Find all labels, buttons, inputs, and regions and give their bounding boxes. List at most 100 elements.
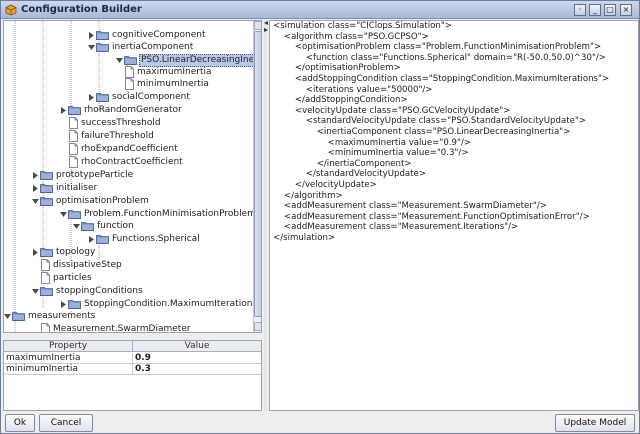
menu-button[interactable]: ◦	[574, 4, 586, 16]
xml-line[interactable]: <addMeasurement class="Measurement.Swarm…	[273, 201, 547, 212]
xml-line[interactable]: <addMeasurement class="Measurement.Itera…	[273, 222, 518, 233]
tree-node-label: failureThreshold	[81, 131, 154, 141]
expanded-toggle-icon[interactable]	[4, 313, 11, 320]
property-column-header[interactable]: Property	[4, 341, 133, 352]
minimize-button[interactable]: _	[589, 4, 601, 16]
tree-node-label: measurements	[28, 311, 96, 321]
tree-node[interactable]: topology	[4, 246, 252, 259]
scroll-down-button[interactable]	[254, 322, 261, 331]
tree-node[interactable]: rhoExpandCoefficient	[4, 143, 252, 156]
window-title: Configuration Builder	[21, 4, 142, 15]
xml-line[interactable]: </addStoppingCondition>	[273, 95, 408, 106]
splitter-left-arrow-icon[interactable]	[264, 21, 268, 25]
tree-node[interactable]: initialiser	[4, 182, 252, 195]
xml-line[interactable]: <function class="Functions.Spherical" do…	[273, 53, 606, 64]
xml-line[interactable]: </velocityUpdate>	[273, 180, 377, 191]
collapsed-toggle-icon[interactable]	[32, 185, 39, 192]
folder-icon	[68, 299, 81, 310]
folder-icon	[124, 55, 137, 66]
tree-vertical-scrollbar[interactable]	[253, 21, 261, 332]
xml-line[interactable]: <addStoppingCondition class="StoppingCon…	[273, 74, 609, 85]
collapsed-toggle-icon[interactable]	[60, 107, 67, 114]
collapsed-toggle-icon[interactable]	[32, 172, 39, 179]
tree-node[interactable]: rhoRandomGenerator	[4, 104, 252, 117]
tree-node[interactable]: failureThreshold	[4, 130, 252, 143]
property-row[interactable]: maximumInertia 0.9	[4, 353, 261, 364]
property-row[interactable]: minimumInertia 0.3	[4, 364, 261, 375]
scroll-up-button[interactable]	[254, 21, 261, 30]
tree-node-label: stoppingConditions	[56, 286, 143, 296]
xml-preview-pane[interactable]: <simulation class="CIClops.Simulation"> …	[269, 20, 639, 411]
xml-line[interactable]: <minimumInertia value="0.3"/>	[273, 148, 469, 159]
xml-line[interactable]: </standardVelocityUpdate>	[273, 169, 426, 180]
maximize-button[interactable]: □	[604, 4, 616, 16]
tree-node[interactable]: function	[4, 220, 252, 233]
close-button[interactable]: ×	[620, 4, 632, 16]
xml-line[interactable]: <algorithm class="PSO.GCPSO">	[273, 32, 429, 43]
configuration-tree[interactable]: cognitiveComponent inertiaComponent PSO.Li…	[4, 21, 261, 332]
property-value[interactable]: 0.9	[135, 353, 261, 363]
xml-line[interactable]: <velocityUpdate class="PSO.GCVelocityUpd…	[273, 106, 511, 117]
ok-button[interactable]: Ok	[5, 414, 35, 432]
tree-node-label: Functions.Spherical	[112, 234, 200, 244]
xml-line[interactable]: <optimisationProblem class="Problem.Func…	[273, 42, 601, 53]
folder-icon	[40, 286, 53, 297]
tree-node[interactable]: inertiaComponent	[4, 41, 252, 54]
vertical-splitter[interactable]	[264, 20, 267, 411]
splitter-right-arrow-icon[interactable]	[264, 28, 268, 32]
configuration-builder-window: Configuration Builder ◦ _ □ × cognitiveC…	[0, 0, 640, 434]
xml-line[interactable]: <standardVelocityUpdate class="PSO.Stand…	[273, 116, 586, 127]
scroll-thumb[interactable]	[254, 31, 261, 317]
xml-line[interactable]: </optimisationProblem>	[273, 63, 401, 74]
property-table-header: Property Value	[4, 341, 261, 352]
button-bar: Ok Cancel Update Model	[1, 412, 639, 433]
title-bar[interactable]: Configuration Builder ◦ _ □ ×	[1, 1, 639, 19]
tree-node[interactable]: socialComponent	[4, 91, 252, 104]
collapsed-toggle-icon[interactable]	[32, 249, 39, 256]
update-model-button[interactable]: Update Model	[555, 414, 635, 432]
xml-line[interactable]: <inertiaComponent class="PSO.LinearDecre…	[273, 127, 571, 138]
tree-node[interactable]: measurements	[4, 310, 252, 323]
expanded-toggle-icon[interactable]	[32, 198, 39, 205]
tree-node[interactable]: prototypeParticle	[4, 169, 252, 182]
xml-line[interactable]: </algorithm>	[273, 191, 343, 202]
tree-node-label: rhoContractCoefficient	[81, 157, 183, 167]
value-column-header[interactable]: Value	[133, 341, 261, 352]
tree-node[interactable]: dissipativeStep	[4, 259, 252, 272]
collapsed-toggle-icon[interactable]	[60, 301, 67, 308]
cancel-button[interactable]: Cancel	[39, 414, 93, 432]
tree-node[interactable]: optimisationProblem	[4, 195, 252, 208]
tree-node-label: optimisationProblem	[56, 196, 149, 206]
property-table[interactable]: Property Value maximumInertia 0.9 minimu…	[3, 340, 262, 411]
expanded-toggle-icon[interactable]	[116, 57, 123, 64]
tree-node[interactable]: minimumInertia	[4, 78, 252, 91]
xml-line[interactable]: <simulation class="CIClops.Simulation">	[273, 21, 452, 32]
expanded-toggle-icon[interactable]	[73, 223, 80, 230]
folder-icon	[96, 92, 109, 103]
collapsed-toggle-icon[interactable]	[88, 236, 95, 243]
xml-line[interactable]: <iterations value="50000"/>	[273, 85, 433, 96]
tree-node[interactable]: Functions.Spherical	[4, 233, 252, 246]
expanded-toggle-icon[interactable]	[60, 211, 67, 218]
property-value[interactable]: 0.3	[135, 364, 261, 374]
configuration-tree-pane[interactable]: cognitiveComponent inertiaComponent PSO.Li…	[3, 20, 262, 333]
document-icon	[41, 272, 50, 284]
xml-line[interactable]: <addMeasurement class="Measurement.Funct…	[273, 212, 590, 223]
folder-icon	[96, 234, 109, 245]
collapsed-toggle-icon[interactable]	[88, 94, 95, 101]
tree-node[interactable]: particles	[4, 272, 252, 285]
tree-node[interactable]: rhoContractCoefficient	[4, 156, 252, 169]
expanded-toggle-icon[interactable]	[32, 288, 39, 295]
xml-line[interactable]: <maximumInertia value="0.9"/>	[273, 138, 471, 149]
xml-line[interactable]: </simulation>	[273, 233, 335, 244]
tree-node-label: rhoRandomGenerator	[84, 105, 182, 115]
expanded-toggle-icon[interactable]	[88, 44, 95, 51]
tree-node[interactable]: successThreshold	[4, 117, 252, 130]
document-icon	[69, 143, 78, 155]
folder-icon	[40, 170, 53, 181]
collapsed-toggle-icon[interactable]	[88, 32, 95, 39]
tree-node[interactable]: stoppingConditions	[4, 285, 252, 298]
tree-node-label: successThreshold	[81, 118, 161, 128]
tree-node[interactable]: Measurement.SwarmDiameter	[4, 323, 252, 332]
xml-line[interactable]: </inertiaComponent>	[273, 159, 412, 170]
